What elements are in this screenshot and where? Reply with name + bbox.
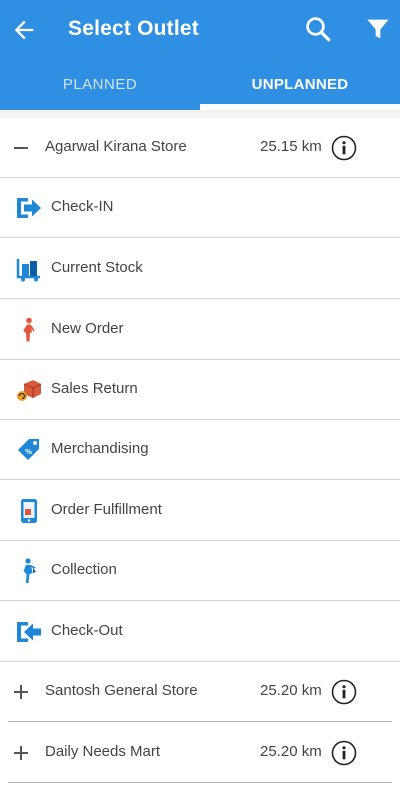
action-label: Sales Return bbox=[51, 380, 138, 397]
action-sales-return[interactable]: Sales Return bbox=[0, 360, 400, 420]
action-label: Merchandising bbox=[51, 440, 149, 457]
outlet-distance: 25.15 km bbox=[260, 138, 322, 155]
action-check-in[interactable]: Check-IN bbox=[0, 178, 400, 238]
outlet-name: Daily Needs Mart bbox=[45, 743, 161, 760]
tab-planned[interactable]: PLANNED bbox=[0, 60, 200, 110]
collapse-icon[interactable] bbox=[12, 139, 30, 157]
action-label: New Order bbox=[51, 320, 124, 337]
expand-icon[interactable] bbox=[12, 683, 30, 701]
outlet-distance: 25.20 km bbox=[260, 682, 322, 699]
action-current-stock[interactable]: Current Stock bbox=[0, 239, 400, 299]
action-label: Order Fulfillment bbox=[51, 501, 162, 518]
outlet-row[interactable]: Agarwal Kirana Store 25.15 km bbox=[0, 118, 400, 178]
back-arrow-icon[interactable] bbox=[10, 16, 38, 44]
list-top-spacer bbox=[0, 110, 400, 118]
current-stock-icon bbox=[16, 259, 40, 282]
search-icon[interactable] bbox=[303, 14, 333, 44]
outlet-distance: 25.20 km bbox=[260, 743, 322, 760]
merchandising-icon: % bbox=[18, 439, 39, 460]
action-merchandising[interactable]: % Merchandising bbox=[0, 420, 400, 480]
filter-icon[interactable] bbox=[364, 15, 392, 43]
sales-return-icon bbox=[17, 380, 42, 401]
collection-icon bbox=[23, 558, 36, 583]
outlet-name: Santosh General Store bbox=[45, 682, 198, 699]
new-order-icon bbox=[23, 317, 35, 342]
outlet-row[interactable]: Santosh General Store 25.20 km bbox=[8, 662, 392, 722]
action-label: Check-Out bbox=[51, 622, 123, 639]
action-label: Check-IN bbox=[51, 198, 114, 215]
check-in-icon bbox=[17, 198, 41, 218]
app-bar: Select Outlet bbox=[0, 0, 400, 60]
action-label: Collection bbox=[51, 561, 117, 578]
order-fulfillment-icon bbox=[21, 499, 37, 523]
outlet-name: Agarwal Kirana Store bbox=[45, 138, 187, 155]
info-icon[interactable] bbox=[331, 135, 357, 161]
action-new-order[interactable]: New Order bbox=[0, 300, 400, 360]
svg-text:%: % bbox=[25, 448, 32, 456]
page-title: Select Outlet bbox=[68, 17, 199, 40]
tab-unplanned[interactable]: UNPLANNED bbox=[200, 60, 400, 110]
outlet-row[interactable]: Daily Needs Mart 25.20 km bbox=[8, 723, 392, 783]
expand-icon[interactable] bbox=[12, 744, 30, 762]
check-out-icon bbox=[17, 622, 41, 642]
tab-bar: PLANNED UNPLANNED bbox=[0, 60, 400, 110]
info-icon[interactable] bbox=[331, 740, 357, 766]
action-order-fulfillment[interactable]: Order Fulfillment bbox=[0, 481, 400, 541]
info-icon[interactable] bbox=[331, 679, 357, 705]
action-check-out[interactable]: Check-Out bbox=[0, 602, 400, 662]
action-label: Current Stock bbox=[51, 259, 143, 276]
action-collection[interactable]: Collection bbox=[0, 541, 400, 601]
